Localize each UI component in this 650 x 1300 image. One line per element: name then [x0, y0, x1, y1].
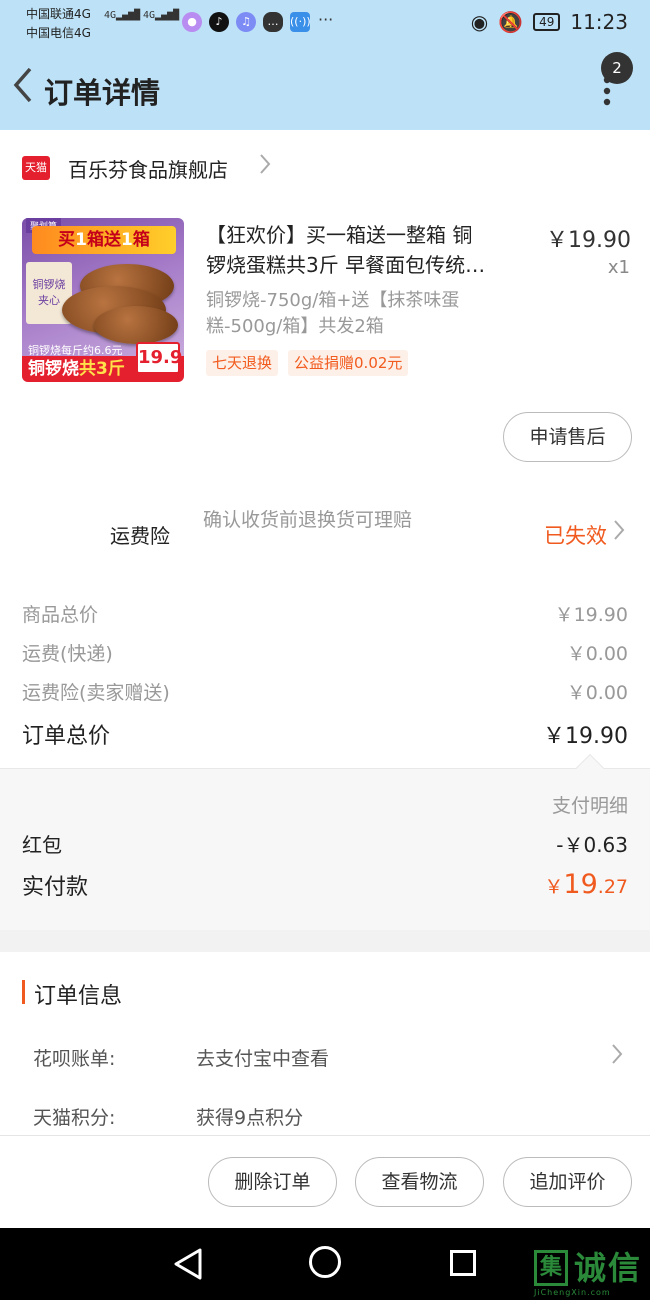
chevron-right-icon[interactable]: [258, 152, 272, 182]
actual-payment-row: 实付款 ￥19.27: [22, 869, 628, 900]
watermark-sub: JiChengXin.com: [534, 1288, 611, 1297]
shipping-insurance-label: 运费险: [110, 524, 170, 548]
order-info-section: 订单信息 花呗账单: 去支付宝中查看 天猫积分: 获得9点积分: [0, 952, 650, 1135]
back-arrow-icon[interactable]: [12, 66, 34, 113]
chat-icon: …: [263, 12, 283, 32]
product-quantity: x1: [607, 257, 630, 278]
shop-name[interactable]: 百乐芬食品旗舰店: [68, 154, 228, 183]
order-total-label: 订单总价: [22, 724, 111, 749]
payment-box: 支付明细 红包 -￥0.63 实付款 ￥19.27: [0, 753, 650, 930]
view-logistics-button[interactable]: 查看物流: [355, 1157, 484, 1207]
points-value: 获得9点积分: [196, 1107, 304, 1129]
signal-icon-2: 4G▂▄▆█: [143, 10, 180, 21]
payment-detail-link[interactable]: 支付明细: [552, 791, 628, 818]
delete-order-button[interactable]: 删除订单: [208, 1157, 337, 1207]
order-total-value: ￥19.90: [543, 724, 628, 749]
fee-row: 运费(快递) ￥0.00: [22, 643, 628, 665]
status-right: ◉ 🔕 49 11:23: [471, 10, 628, 34]
huabei-label: 花呗账单:: [33, 1048, 116, 1070]
carrier-telecom: 中国电信4G: [26, 26, 91, 40]
carrier-unicom: 中国联通4G: [26, 7, 91, 21]
more-notifications-icon: ···: [318, 10, 334, 29]
cake-image: [94, 306, 178, 344]
add-review-button[interactable]: 追加评价: [503, 1157, 632, 1207]
image-banner: 买1箱送1箱: [32, 226, 176, 254]
actual-payment-value: ￥19.27: [544, 869, 628, 900]
product-tags: 七天退换 公益捐赠0.02元: [206, 350, 409, 376]
nav-home-icon[interactable]: [309, 1246, 341, 1278]
after-sale-button[interactable]: 申请售后: [503, 412, 632, 462]
charity-tag: 公益捐赠0.02元: [288, 350, 409, 376]
image-price-badge: 19.9: [136, 342, 182, 374]
red-packet-row: 红包 -￥0.63: [22, 833, 628, 857]
order-card: 天猫 百乐芬食品旗舰店 聚划算 买1箱送1箱 铜锣烧 夹心 铜锣烧每斤约6.6元…: [0, 130, 650, 930]
music-icon: ♫: [236, 12, 256, 32]
hotspot-icon: ((·)): [290, 12, 311, 32]
eye-icon: ◉: [470, 10, 489, 34]
service-tag: 七天退换: [206, 350, 279, 376]
more-menu-icon[interactable]: [592, 74, 622, 114]
watermark-text: 诚信: [574, 1249, 643, 1287]
app-icon: ●: [182, 12, 202, 32]
fee-row: 运费险(卖家赠送) ￥0.00: [22, 682, 628, 704]
shipping-insurance-desc: 确认收货前退换货可理赔: [203, 509, 413, 531]
chevron-right-icon[interactable]: [612, 518, 626, 548]
product-image[interactable]: 聚划算 买1箱送1箱 铜锣烧 夹心 铜锣烧每斤约6.6元 铜锣烧共3斤 19.9: [22, 218, 184, 382]
battery-icon: 49: [533, 13, 561, 31]
watermark-logo-icon: 集: [534, 1250, 568, 1286]
tiktok-icon: ♪: [209, 12, 229, 32]
huabei-value[interactable]: 去支付宝中查看: [196, 1044, 329, 1071]
product-title[interactable]: 【狂欢价】买一箱送一整箱 铜 锣烧蛋糕共3斤 早餐面包传统…: [206, 220, 532, 280]
order-info-title: 订单信息: [34, 984, 123, 1009]
order-total-row: 订单总价 ￥19.90: [22, 718, 628, 750]
section-accent-bar: [22, 980, 25, 1004]
watermark: 集 诚信 JiChengXin.com: [532, 1250, 650, 1298]
notch: [575, 753, 605, 783]
status-bar: 中国联通4G 中国电信4G 4G▂▄▆█ 4G▂▄▆█ ● ♪ ♫ … ((·)…: [0, 0, 650, 44]
chevron-right-icon[interactable]: [610, 1042, 624, 1072]
action-bar: 删除订单 查看物流 追加评价: [0, 1135, 650, 1228]
nav-back-icon[interactable]: [170, 1246, 206, 1282]
fee-row: 商品总价 ￥19.90: [22, 604, 628, 626]
bell-off-icon: 🔕: [498, 10, 524, 34]
carrier-info: 中国联通4G 中国电信4G: [26, 5, 91, 43]
tmall-logo-icon: 天猫: [22, 156, 50, 180]
signal-icon: 4G▂▄▆█: [104, 10, 141, 21]
product-price: ￥19.90: [546, 228, 631, 253]
page-title: 订单详情: [44, 76, 161, 110]
points-label: 天猫积分:: [33, 1107, 116, 1129]
nav-recent-apps-icon[interactable]: [450, 1250, 476, 1276]
title-bar: 订单详情 2: [0, 44, 650, 130]
clock: 11:23: [570, 10, 628, 34]
shipping-insurance-status[interactable]: 已失效: [544, 520, 607, 550]
product-sku: 铜锣烧-750g/箱+送【抹茶味蛋糕-500g/箱】共发2箱: [206, 290, 460, 337]
